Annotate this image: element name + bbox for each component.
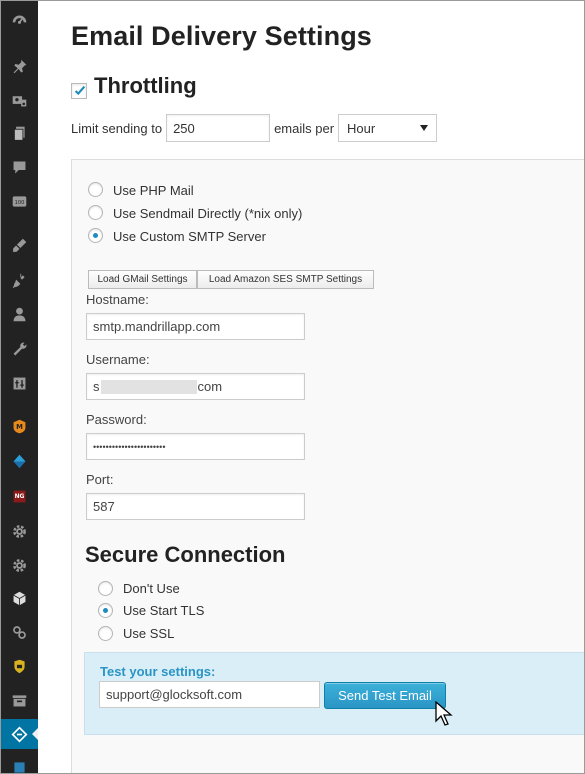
pin-icon[interactable] (1, 52, 38, 80)
sendmail-label: Use Sendmail Directly (*nix only) (113, 206, 303, 221)
period-value: Hour (347, 120, 376, 136)
load-gmail-button[interactable]: Load GMail Settings (88, 270, 197, 289)
password-value: ••••••••••••••••••••••• (93, 441, 166, 452)
hostname-input[interactable]: smtp.mandrillapp.com (86, 313, 305, 340)
media-icon[interactable] (1, 86, 38, 114)
feedback-icon[interactable]: 100 (1, 187, 38, 215)
username-suffix: com (197, 379, 223, 394)
sendmail-radio[interactable] (88, 205, 103, 220)
test-email-value: support@glocksoft.com (106, 687, 243, 702)
chevron-down-icon (420, 125, 429, 131)
settings-icon[interactable] (1, 369, 38, 397)
ssl-label: Use SSL (123, 626, 175, 641)
custom-smtp-radio[interactable] (88, 228, 103, 243)
limit-value: 250 (173, 120, 195, 136)
hostname-label: Hostname: (86, 292, 149, 307)
test-email-input[interactable]: support@glocksoft.com (99, 681, 320, 708)
svg-text:100: 100 (15, 200, 25, 206)
throttling-heading: Throttling (94, 73, 197, 98)
username-label: Username: (86, 352, 150, 367)
test-settings-box: Test your settings: support@glocksoft.co… (84, 652, 584, 735)
per-label: emails per (274, 120, 335, 136)
load-amazon-ses-button[interactable]: Load Amazon SES SMTP Settings (197, 270, 374, 289)
plugin-logo-icon[interactable]: M (1, 412, 38, 440)
gear-icon[interactable] (1, 517, 38, 545)
secure-connection-heading: Secure Connection (85, 542, 286, 567)
redacted-block (100, 379, 197, 394)
send-test-email-button[interactable]: Send Test Email (324, 682, 446, 709)
dashboard-icon[interactable] (1, 7, 38, 35)
start-tls-label: Use Start TLS (123, 603, 205, 618)
pages-icon[interactable] (1, 119, 38, 147)
password-label: Password: (86, 412, 147, 427)
tools-icon[interactable] (1, 335, 38, 363)
page-title: Email Delivery Settings (71, 21, 372, 51)
users-icon[interactable] (1, 300, 38, 328)
test-settings-label: Test your settings: (100, 664, 216, 679)
chain-icon[interactable] (1, 618, 38, 646)
throttling-limit-row: Limit sending to 250 emails per Hour (71, 114, 438, 142)
ssl-radio[interactable] (98, 626, 113, 641)
gear-icon[interactable] (1, 551, 38, 579)
plugin-misc-icon[interactable] (1, 753, 38, 773)
password-input[interactable]: ••••••••••••••••••••••• (86, 433, 305, 460)
plugin-diamond-icon[interactable] (1, 447, 38, 475)
archive-icon[interactable] (1, 686, 38, 714)
comments-icon[interactable] (1, 153, 38, 181)
period-select[interactable]: Hour (338, 114, 438, 142)
dont-use-label: Don't Use (123, 581, 180, 596)
admin-sidebar: 100 M NG (1, 1, 38, 773)
cube-icon[interactable] (1, 584, 38, 612)
hostname-value: smtp.mandrillapp.com (93, 319, 221, 334)
plugin-shield-icon[interactable] (1, 652, 38, 680)
username-prefix: s (93, 379, 100, 394)
port-label: Port: (86, 472, 114, 487)
php-mail-radio[interactable] (88, 182, 103, 197)
start-tls-radio[interactable] (98, 603, 113, 618)
settings-form: Email Delivery Settings Throttling Limit… (38, 1, 584, 773)
svg-text:NG: NG (15, 493, 25, 500)
content-area: Email Delivery Settings Throttling Limit… (38, 1, 584, 773)
limit-input[interactable]: 250 (166, 114, 271, 142)
email-settings-icon[interactable] (1, 719, 38, 749)
appearance-icon[interactable] (1, 231, 38, 259)
window-frame: 100 M NG Email Delivery Settings Throttl… (0, 0, 585, 774)
port-value: 587 (93, 499, 115, 514)
mouse-cursor-icon (435, 701, 453, 726)
plugin-badge-icon[interactable]: NG (1, 482, 38, 510)
limit-label: Limit sending to (71, 120, 163, 136)
port-input[interactable]: 587 (86, 493, 305, 520)
plugins-icon[interactable] (1, 266, 38, 294)
custom-smtp-label: Use Custom SMTP Server (113, 229, 266, 244)
svg-text:M: M (16, 423, 23, 431)
username-input[interactable]: s com (86, 373, 305, 400)
dont-use-radio[interactable] (98, 581, 113, 596)
php-mail-label: Use PHP Mail (113, 183, 194, 198)
throttling-checkbox[interactable] (71, 83, 87, 99)
